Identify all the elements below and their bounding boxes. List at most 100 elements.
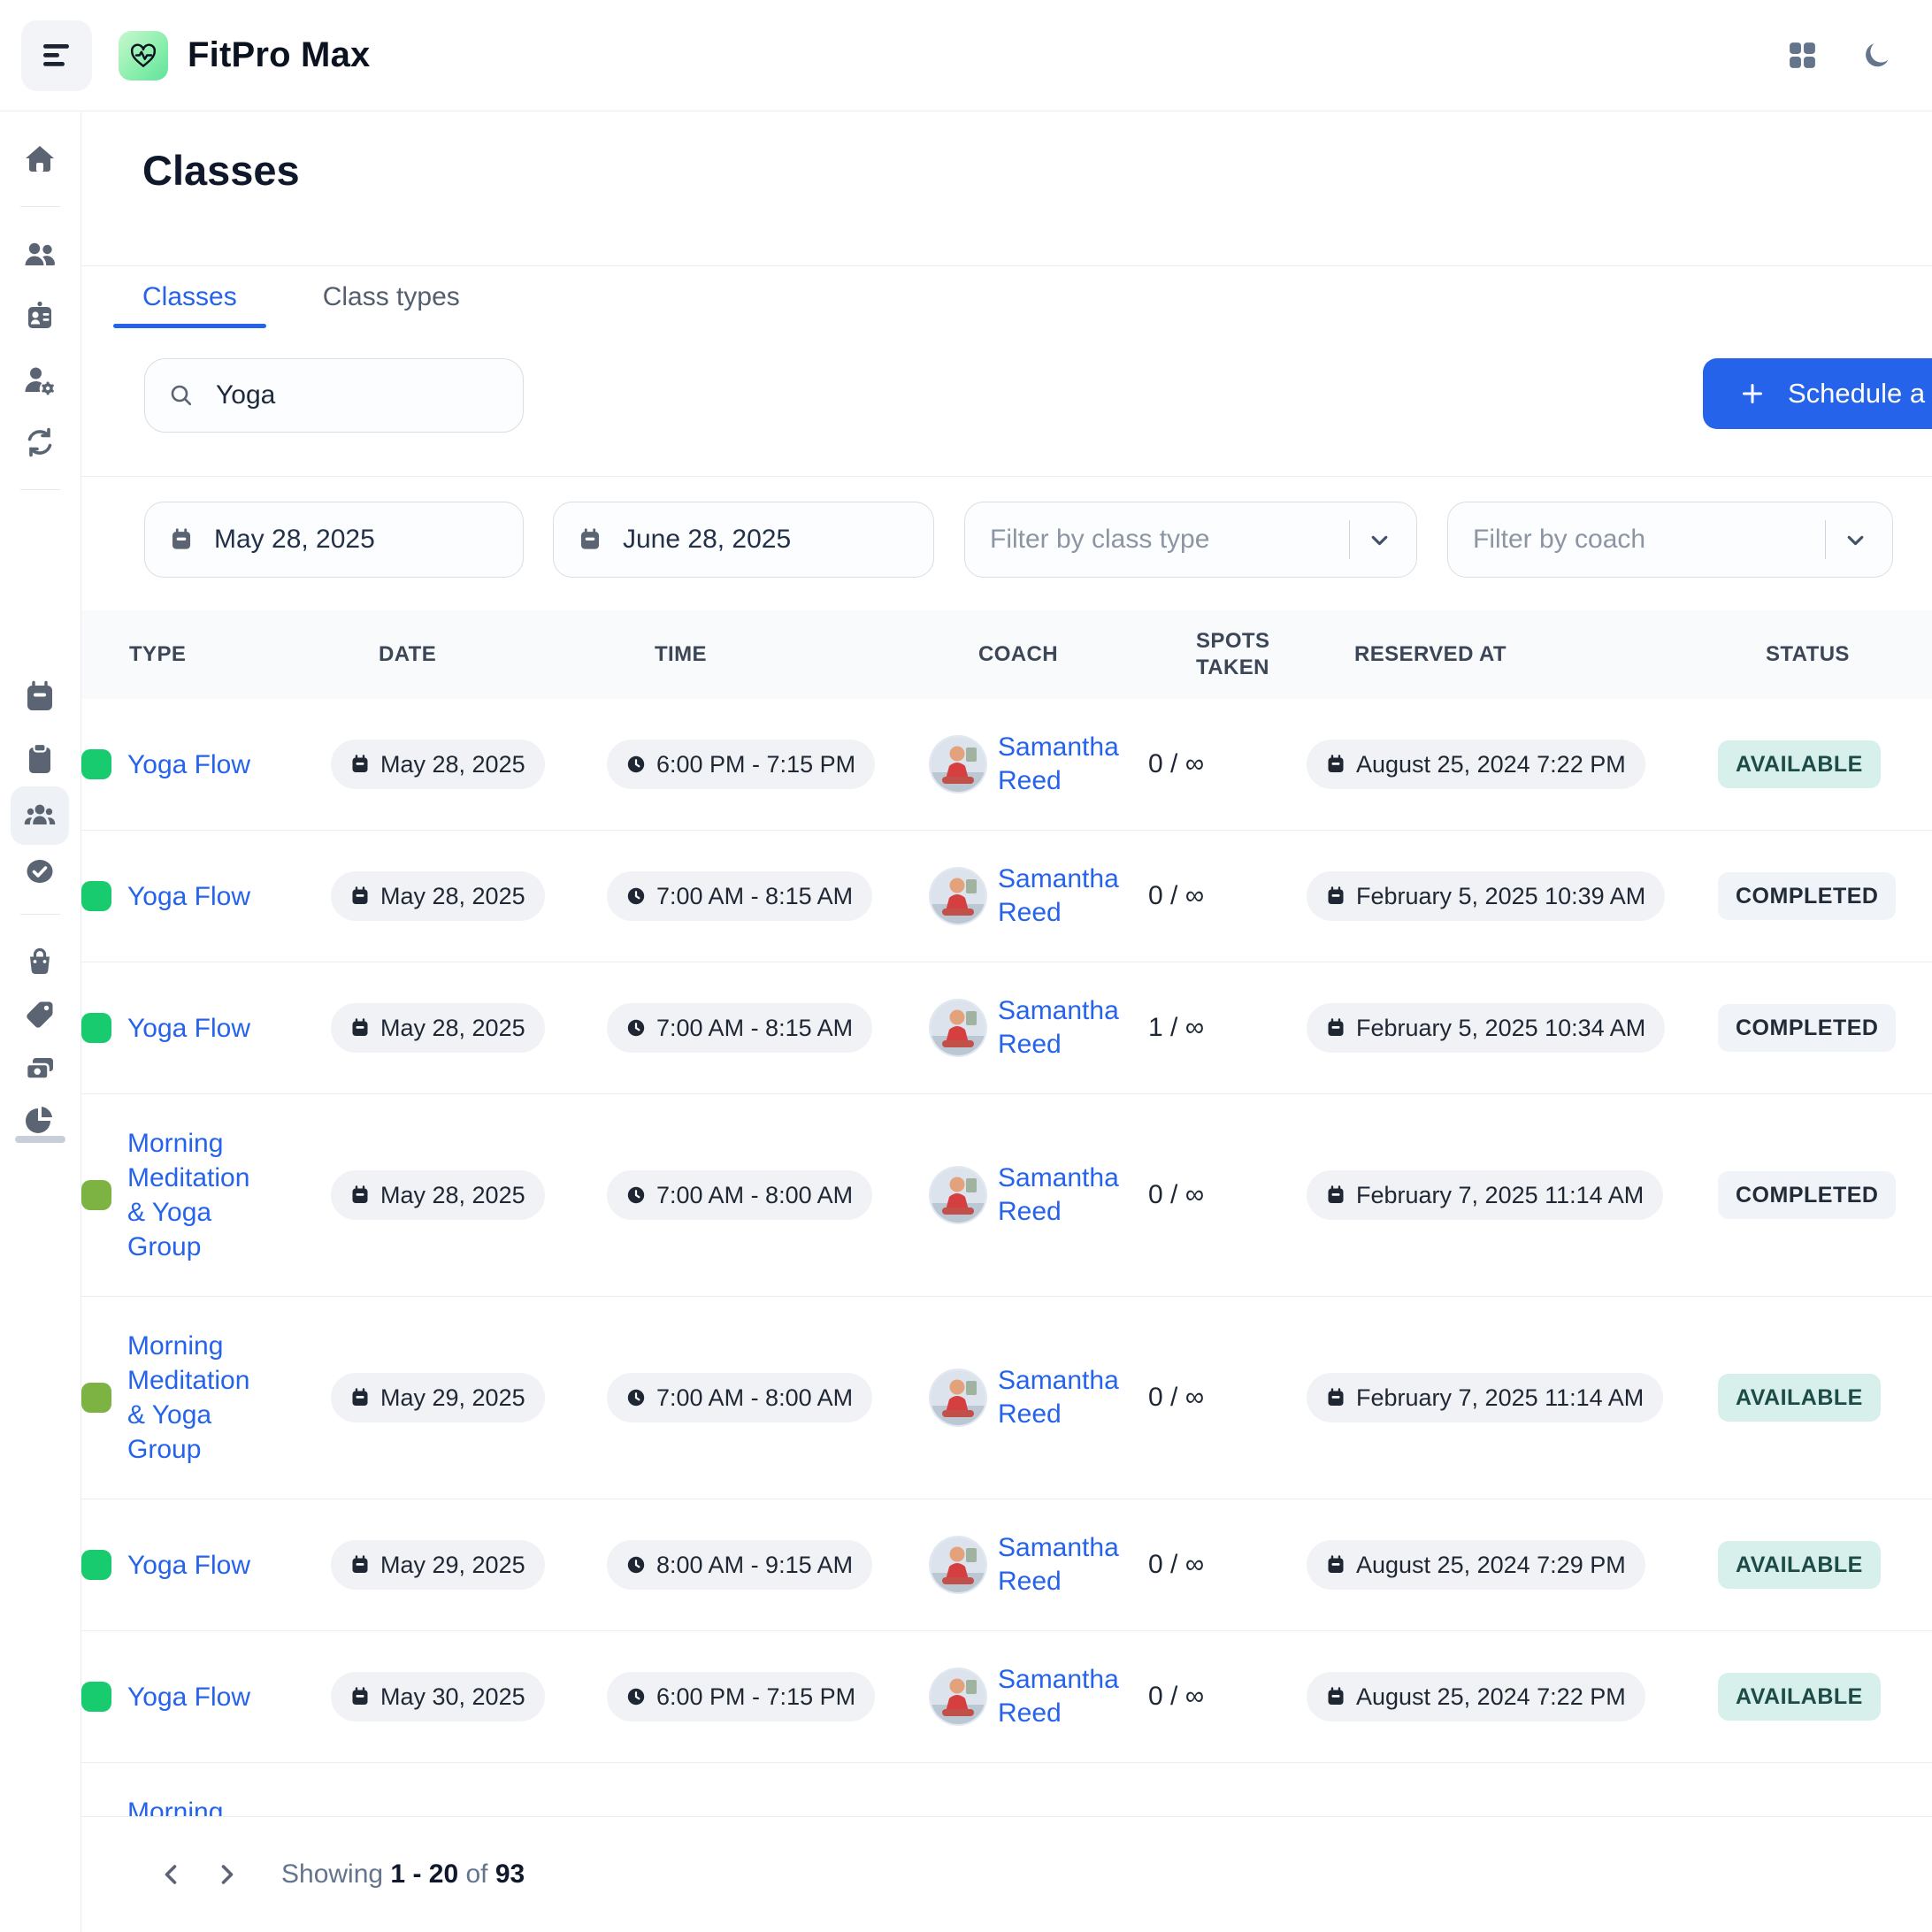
reserved-pill: August 25, 2024 7:29 PM <box>1307 1540 1645 1590</box>
sidebar-item-home[interactable] <box>22 142 58 177</box>
sidebar-item-id-badge[interactable] <box>22 299 58 334</box>
sidebar <box>0 112 81 1932</box>
coach-avatar <box>931 737 985 792</box>
previous-page-button[interactable] <box>150 1853 193 1896</box>
class-type-cell: Yoga Flow <box>81 1548 331 1583</box>
calendar-icon <box>1326 755 1346 774</box>
class-type-filter-select[interactable]: Filter by class type <box>964 502 1417 578</box>
calendar-icon <box>1326 1388 1346 1407</box>
reserved-cell: February 5, 2025 10:34 AM <box>1307 1003 1718 1053</box>
coach-cell: Samantha Reed <box>931 1162 1148 1229</box>
sidebar-item-sync[interactable] <box>22 425 58 460</box>
coach-link[interactable]: Samantha Reed <box>998 1162 1132 1229</box>
sidebar-scrollbar[interactable] <box>15 1136 65 1143</box>
calendar-icon <box>1326 886 1346 906</box>
time-cell: 7:00 AM - 8:00 AM <box>607 1170 931 1220</box>
clock-icon <box>626 1018 646 1038</box>
coach-cell: Samantha Reed <box>931 994 1148 1062</box>
table-row: Yoga Flow May 28, 2025 6:00 PM - 7:15 PM <box>81 699 1932 831</box>
calendar-icon <box>1326 1555 1346 1575</box>
reserved-cell: August 25, 2024 7:22 PM <box>1307 1672 1718 1721</box>
spots-value: 0 / ∞ <box>1148 1383 1204 1413</box>
spots-value: 0 / ∞ <box>1148 1682 1204 1712</box>
sidebar-item-banknotes[interactable] <box>22 1051 58 1086</box>
class-type-link[interactable]: Yoga Flow <box>127 748 250 782</box>
calendar-icon <box>350 1555 370 1575</box>
calendar-icon <box>22 679 58 715</box>
status-badge: AVAILABLE <box>1718 1374 1881 1422</box>
sidebar-item-tag[interactable] <box>22 998 58 1033</box>
app-logo <box>119 31 168 80</box>
class-type-link[interactable]: Yoga Flow <box>127 1548 250 1583</box>
schedule-class-button[interactable]: Schedule a class <box>1703 358 1932 429</box>
coach-link[interactable]: Samantha Reed <box>998 862 1132 930</box>
apps-grid-button[interactable] <box>1786 39 1819 72</box>
clock-icon <box>626 886 646 906</box>
date-cell: May 28, 2025 <box>331 1170 607 1220</box>
tab-classes[interactable]: Classes <box>113 266 266 328</box>
menu-button[interactable] <box>21 20 92 91</box>
menu-icon <box>42 42 72 69</box>
date-pill: May 28, 2025 <box>331 740 545 789</box>
banknotes-icon <box>22 1051 58 1086</box>
time-cell: 7:00 AM - 8:00 AM <box>607 1373 931 1422</box>
app-title: FitPro Max <box>188 35 370 75</box>
status-badge: AVAILABLE <box>1718 1541 1881 1589</box>
coach-link[interactable]: Samantha Reed <box>998 994 1132 1062</box>
class-type-link[interactable]: Morning Meditation & Yoga Group <box>127 1329 264 1467</box>
coach-avatar <box>931 1537 985 1592</box>
spots-cell: 1 / ∞ <box>1148 1013 1307 1043</box>
date-cell: May 29, 2025 <box>331 1540 607 1590</box>
tab-class-types[interactable]: Class types <box>294 266 489 328</box>
coach-link[interactable]: Samantha Reed <box>998 1663 1132 1730</box>
sidebar-item-calendar[interactable] <box>22 679 58 715</box>
time-pill: 7:00 AM - 8:00 AM <box>607 1373 872 1422</box>
dark-mode-button[interactable] <box>1861 40 1893 72</box>
class-type-link[interactable]: Morning Meditation & Yoga Group <box>127 1795 264 1816</box>
class-type-link[interactable]: Yoga Flow <box>127 1680 250 1714</box>
coach-link[interactable]: Samantha Reed <box>998 731 1132 798</box>
search-input[interactable] <box>214 380 500 411</box>
sidebar-divider <box>20 914 60 915</box>
reserved-pill: February 7, 2025 11:14 AM <box>1307 1373 1663 1422</box>
people-group-icon <box>22 798 58 833</box>
clock-icon <box>626 1555 646 1575</box>
reserved-pill: February 5, 2025 10:34 AM <box>1307 1003 1665 1053</box>
home-icon <box>22 142 58 177</box>
time-pill: 6:00 PM - 7:15 PM <box>607 1672 875 1721</box>
class-type-link[interactable]: Yoga Flow <box>127 1011 250 1046</box>
coach-filter-select[interactable]: Filter by coach <box>1447 502 1893 578</box>
sidebar-item-clipboard[interactable] <box>22 741 58 777</box>
calendar-icon <box>350 755 370 774</box>
user-gear-icon <box>22 363 58 398</box>
column-header-spots: SPOTS TAKEN <box>1196 628 1302 681</box>
date-cell: May 28, 2025 <box>331 871 607 921</box>
sidebar-item-check-circle[interactable] <box>22 854 58 889</box>
class-type-cell: Yoga Flow <box>81 1011 331 1046</box>
table-header: TYPE DATE TIME COACH SPOTS TAKEN RESERVE… <box>81 610 1932 699</box>
check-circle-icon <box>22 854 58 889</box>
class-type-swatch <box>81 749 111 779</box>
next-page-button[interactable] <box>205 1853 248 1896</box>
time-pill: 7:00 AM - 8:00 AM <box>607 1170 872 1220</box>
sidebar-item-shop-bag[interactable] <box>22 943 58 978</box>
coach-link[interactable]: Samantha Reed <box>998 1364 1132 1431</box>
divider <box>1349 520 1350 559</box>
status-badge: COMPLETED <box>1718 1171 1896 1219</box>
sidebar-item-members[interactable] <box>22 237 58 272</box>
sidebar-item-classes-group[interactable] <box>22 798 58 833</box>
date-from-input[interactable]: May 28, 2025 <box>144 502 524 578</box>
sidebar-item-user-settings[interactable] <box>22 363 58 398</box>
date-to-input[interactable]: June 28, 2025 <box>553 502 934 578</box>
sidebar-item-pie-chart[interactable] <box>22 1101 58 1137</box>
status-cell: COMPLETED <box>1718 1171 1932 1219</box>
class-type-link[interactable]: Yoga Flow <box>127 879 250 914</box>
class-type-swatch <box>81 1550 111 1580</box>
spots-cell: 0 / ∞ <box>1148 749 1307 779</box>
table-row: Morning Meditation & Yoga Group <box>81 1763 1932 1816</box>
coach-link[interactable]: Samantha Reed <box>998 1531 1132 1598</box>
class-type-link[interactable]: Morning Meditation & Yoga Group <box>127 1126 264 1264</box>
spots-value: 0 / ∞ <box>1148 1180 1204 1210</box>
sidebar-divider <box>20 206 60 207</box>
time-pill: 8:00 AM - 9:15 AM <box>607 1540 872 1590</box>
